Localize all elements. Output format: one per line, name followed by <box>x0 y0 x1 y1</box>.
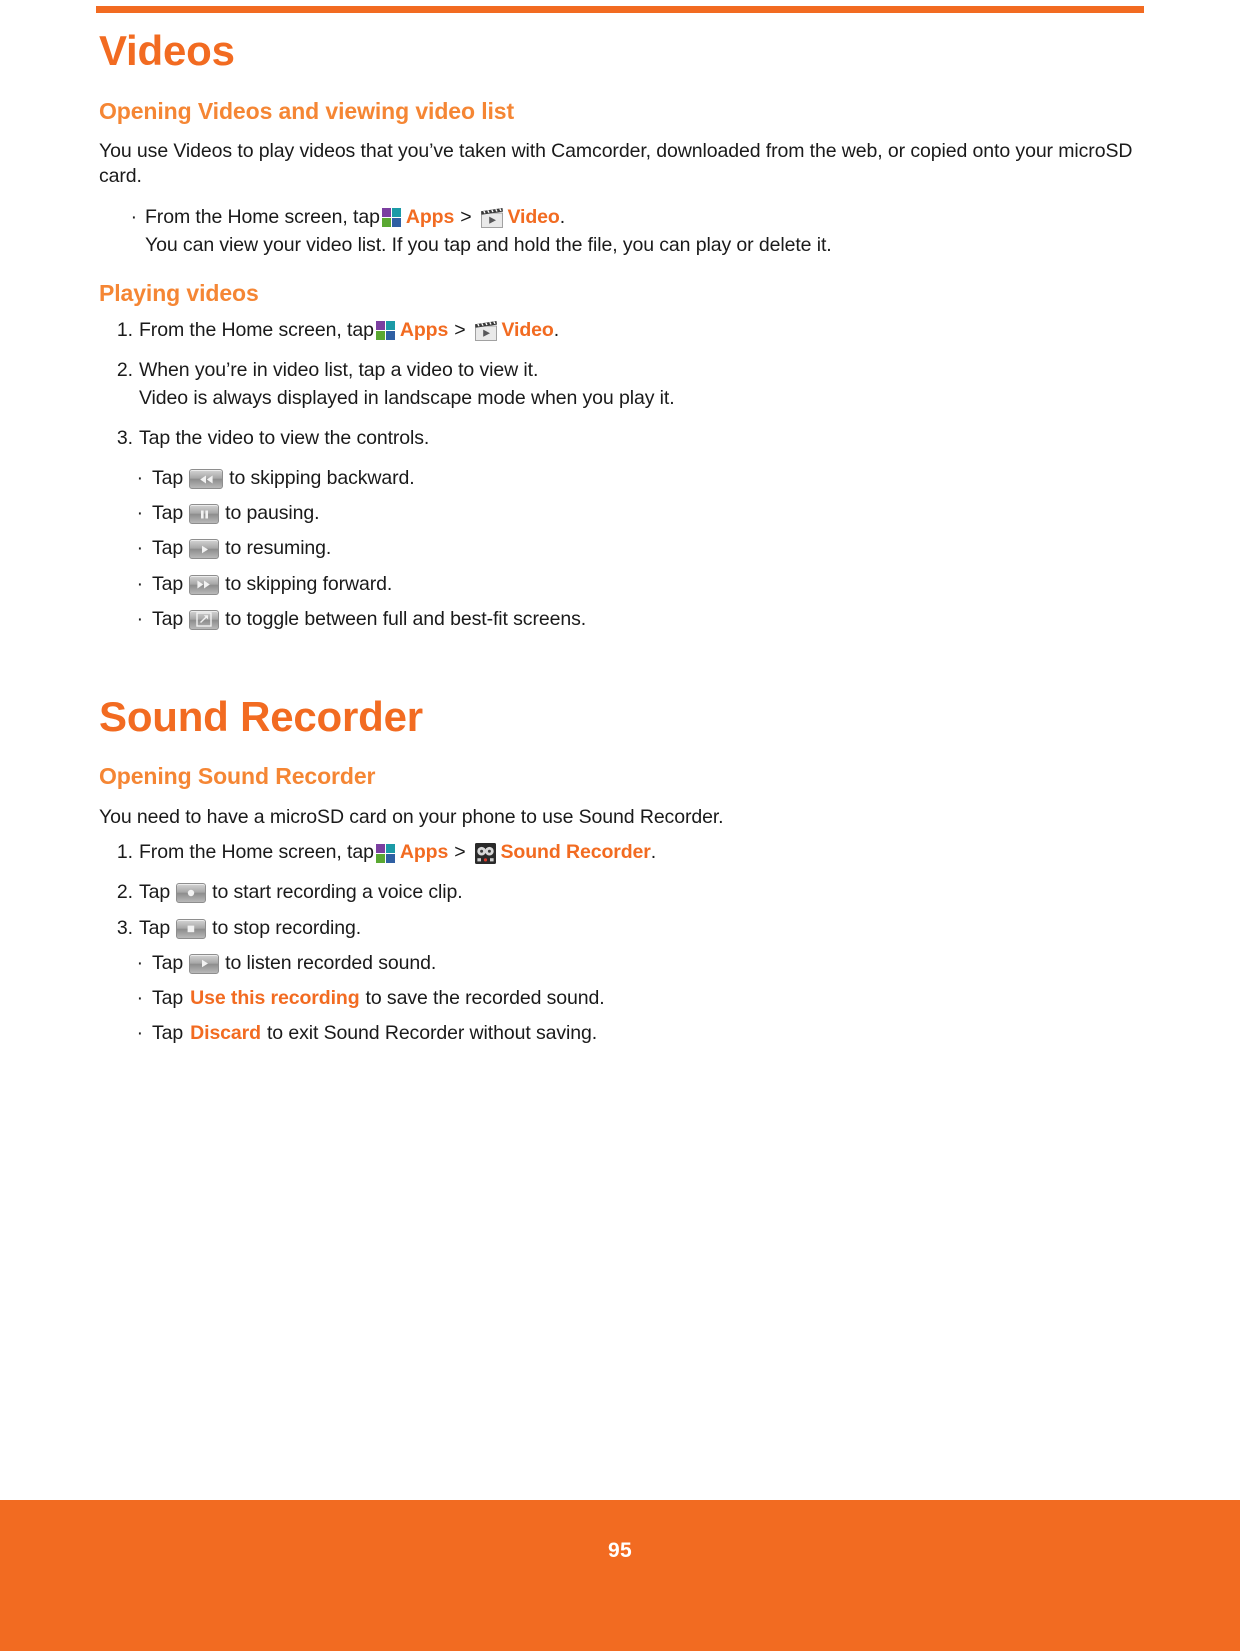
apps-icon[interactable] <box>381 208 401 228</box>
video-icon[interactable] <box>480 207 503 228</box>
tap-description: to listen recorded sound. <box>225 951 437 974</box>
list-marker: 1. <box>116 318 133 341</box>
chapter-title-sound-recorder: Sound Recorder <box>99 692 423 740</box>
footer-bar <box>0 1500 1240 1651</box>
separator: > <box>454 841 466 864</box>
step-text: When you’re in video list, tap a video t… <box>139 358 539 381</box>
list-item: · Tap to skipping backward. <box>99 465 1145 491</box>
sound-recorder-label[interactable]: Sound Recorder <box>501 839 651 865</box>
video-label[interactable]: Video <box>508 204 560 230</box>
tap-label: Tap <box>152 467 184 490</box>
list-item: · Tap to toggle between full and best-fi… <box>99 606 1145 632</box>
tap-label: Tap <box>139 881 171 904</box>
intro-text-videos: You use Videos to play videos that you’v… <box>99 140 1133 188</box>
list-item: · Tap to resuming. <box>99 535 1145 561</box>
step-detail-text: You can view your video list. If you tap… <box>145 233 832 256</box>
apps-label[interactable]: Apps <box>406 204 454 230</box>
tap-description: to exit Sound Recorder without saving. <box>266 1021 598 1044</box>
pause-icon[interactable] <box>189 504 220 525</box>
list-marker: · <box>136 951 144 974</box>
list-item: · From the Home screen, tap Apps > Video… <box>99 204 1145 258</box>
tap-label: Tap <box>152 537 184 560</box>
tap-label: Tap <box>152 951 184 974</box>
play-icon[interactable] <box>189 539 220 560</box>
separator: > <box>454 318 466 341</box>
separator: > <box>460 205 472 228</box>
page-number: 95 <box>608 1539 632 1562</box>
list-marker: 3. <box>116 427 133 450</box>
apps-icon[interactable] <box>375 843 395 863</box>
list-item: · Tap Discard to exit Sound Recorder wit… <box>99 1020 1145 1046</box>
discard-button[interactable]: Discard <box>183 1020 267 1046</box>
tap-description: to stop recording. <box>212 916 362 939</box>
fullscreen-toggle-icon[interactable] <box>189 609 220 630</box>
list-marker: · <box>136 1021 144 1044</box>
tap-label: Tap <box>152 572 184 595</box>
page-content: Videos Opening Videos and viewing video … <box>99 26 1145 1046</box>
tap-description: to skipping backward. <box>229 467 415 490</box>
list-marker: 2. <box>116 358 133 381</box>
video-icon[interactable] <box>474 320 497 341</box>
list-marker: 3. <box>116 916 133 939</box>
step-text: Tap the video to view the controls. <box>139 427 430 450</box>
tap-description: to toggle between full and best-fit scre… <box>225 607 587 630</box>
top-rule <box>96 6 1144 13</box>
section-title-opening-videos: Opening Videos and viewing video list <box>99 97 515 124</box>
apps-icon[interactable] <box>375 321 395 341</box>
play-icon[interactable] <box>189 953 220 974</box>
list-item: 1. From the Home screen, tap Apps > <box>99 317 1145 343</box>
tap-label: Tap <box>152 502 184 525</box>
use-this-recording-button[interactable]: Use this recording <box>183 985 365 1011</box>
tap-label: Tap <box>139 916 171 939</box>
list-marker: · <box>136 537 144 560</box>
tap-description: to save the recorded sound. <box>365 986 605 1009</box>
list-marker: 1. <box>116 841 133 864</box>
period: . <box>559 205 566 228</box>
period: . <box>553 318 560 341</box>
chapter-title-videos: Videos <box>99 27 235 74</box>
list-item: · Tap to listen recorded sound. <box>99 950 1145 976</box>
apps-label[interactable]: Apps <box>400 317 448 343</box>
step-detail-text: Video is always displayed in landscape m… <box>139 386 675 409</box>
tap-label: Tap <box>152 1021 184 1044</box>
fastforward-icon[interactable] <box>189 574 220 595</box>
intro-text-sound-recorder: You need to have a microSD card on your … <box>99 805 724 828</box>
list-marker: · <box>130 205 138 228</box>
record-icon[interactable] <box>176 883 207 904</box>
list-marker: · <box>136 986 144 1009</box>
sound-recorder-icon[interactable] <box>474 842 496 864</box>
stop-icon[interactable] <box>176 918 207 939</box>
list-marker: · <box>136 572 144 595</box>
list-item: · Tap to pausing. <box>99 500 1145 526</box>
section-title-opening-sound-recorder: Opening Sound Recorder <box>99 763 376 790</box>
list-item: 3. Tap the video to view the controls. <box>99 425 1145 451</box>
step-text: From the Home screen, tap <box>145 205 380 228</box>
list-item: · Tap Use this recording to save the rec… <box>99 985 1145 1011</box>
tap-description: to skipping forward. <box>225 572 393 595</box>
list-marker: 2. <box>116 881 133 904</box>
step-text: From the Home screen, tap <box>139 318 374 341</box>
rewind-icon[interactable] <box>189 469 224 490</box>
period: . <box>650 841 657 864</box>
apps-label[interactable]: Apps <box>400 839 448 865</box>
list-item: · Tap to skipping forward. <box>99 571 1145 597</box>
tap-description: to resuming. <box>225 537 332 560</box>
tap-label: Tap <box>152 986 184 1009</box>
list-item: 1. From the Home screen, tap Apps > <box>99 839 1145 865</box>
list-item: 3. Tap to stop recording. <box>99 915 1145 941</box>
tap-label: Tap <box>152 607 184 630</box>
video-label[interactable]: Video <box>502 317 554 343</box>
list-marker: · <box>136 607 144 630</box>
list-item: 2. When you’re in video list, tap a vide… <box>99 357 1145 411</box>
section-title-playing-videos: Playing videos <box>99 280 259 307</box>
tap-description: to pausing. <box>225 502 320 525</box>
list-marker: · <box>136 502 144 525</box>
step-text: From the Home screen, tap <box>139 841 374 864</box>
tap-description: to start recording a voice clip. <box>212 881 463 904</box>
list-item: 2. Tap to start recording a voice clip. <box>99 879 1145 905</box>
list-marker: · <box>136 467 144 490</box>
